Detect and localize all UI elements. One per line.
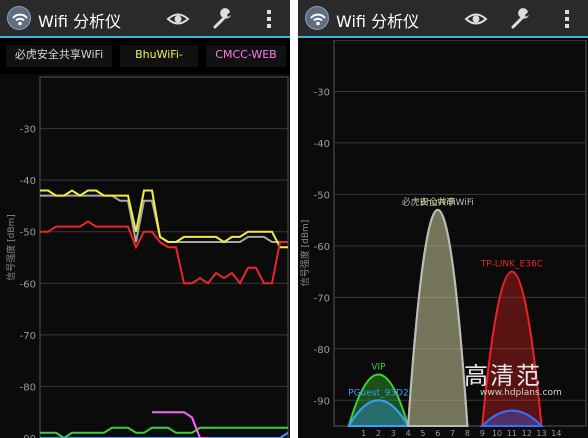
x-tick-label: 12: [522, 429, 532, 438]
watermark-url: www.hdplans.com: [480, 388, 562, 398]
network-label: 必虎安全共享WiFi: [402, 196, 474, 208]
x-tick-label: 1: [361, 429, 366, 438]
overflow-menu-icon[interactable]: [554, 6, 580, 32]
y-tick-label: -30: [20, 125, 36, 136]
x-tick-label: 7: [450, 429, 455, 438]
x-tick-label: 13: [536, 429, 546, 438]
y-tick-label: -40: [20, 176, 36, 187]
x-tick-label: 10: [492, 429, 502, 438]
x-tick-label: 5: [420, 429, 425, 438]
y-tick-label: -60: [20, 279, 36, 290]
wrench-icon[interactable]: [508, 6, 534, 32]
eye-icon[interactable]: [463, 6, 489, 32]
time-graph-panel: 必虎安全共享WiFi BhuWiFi- CMCC-WEB -30 -40 -50 -6…: [0, 40, 290, 438]
y-tick-label: -70: [314, 293, 330, 304]
left-phone-screen: Wifi 分析仪 必虎安全共享WiFi BhuWiFi- CMCC-WEB -3…: [0, 0, 290, 438]
signal-time-chart: -30 -40 -50 -60 -70 -80 -90 信号强度 [dBm]: [5, 76, 289, 438]
channel-graph-panel: -30 -40 -50 -60 -70 -80 -90 信号强度 [dBm] VIP PGuest…: [298, 40, 588, 438]
wrench-icon[interactable]: [210, 6, 236, 32]
network-label: VIP: [371, 363, 386, 373]
x-tick-label: 4: [406, 429, 411, 438]
y-tick-label: -70: [20, 331, 36, 342]
app-title: Wifi 分析仪: [336, 12, 420, 31]
channel-chart: -30 -40 -50 -60 -70 -80 -90 信号强度 [dBm] VIP PGuest…: [299, 40, 587, 438]
wifi-app-icon[interactable]: [305, 6, 329, 30]
y-tick-label: -50: [20, 228, 36, 239]
y-tick-label: -40: [314, 139, 330, 150]
action-bar: Wifi 分析仪: [0, 0, 290, 38]
x-tick-label: 8: [465, 429, 470, 438]
app-title: Wifi 分析仪: [38, 12, 122, 31]
y-tick-label: -90: [20, 434, 36, 438]
y-tick-label: -80: [314, 345, 330, 356]
x-tick-label: 11: [507, 429, 517, 438]
y-tick-label: -80: [20, 382, 36, 393]
x-tick-label: 14: [551, 429, 561, 438]
network-label: PGuest_93D2: [348, 388, 408, 398]
action-bar: Wifi 分析仪: [298, 0, 588, 38]
overflow-menu-icon[interactable]: [256, 6, 282, 32]
eye-icon[interactable]: [165, 6, 191, 32]
y-axis-label: 信号强度 [dBm]: [299, 220, 311, 287]
y-tick-label: -50: [314, 190, 330, 201]
x-tick-label: 9: [480, 429, 485, 438]
x-tick-label: 3: [391, 429, 396, 438]
y-tick-label: -90: [314, 396, 330, 407]
watermark: 高清范: [464, 362, 542, 390]
right-phone-screen: Wifi 分析仪 -30 -40 -50 -60 -70 -80 -90 信号强度 [dBm]…: [298, 0, 588, 438]
x-tick-label: 6: [435, 429, 440, 438]
x-tick-label: 2: [376, 429, 381, 438]
wifi-app-icon[interactable]: [7, 6, 31, 30]
y-tick-label: -30: [314, 87, 330, 98]
plot-area: [39, 76, 289, 438]
y-axis-label: 信号强度 [dBm]: [5, 214, 17, 281]
network-label: TP-LINK_E36C: [480, 260, 543, 270]
y-tick-label: -60: [314, 242, 330, 253]
